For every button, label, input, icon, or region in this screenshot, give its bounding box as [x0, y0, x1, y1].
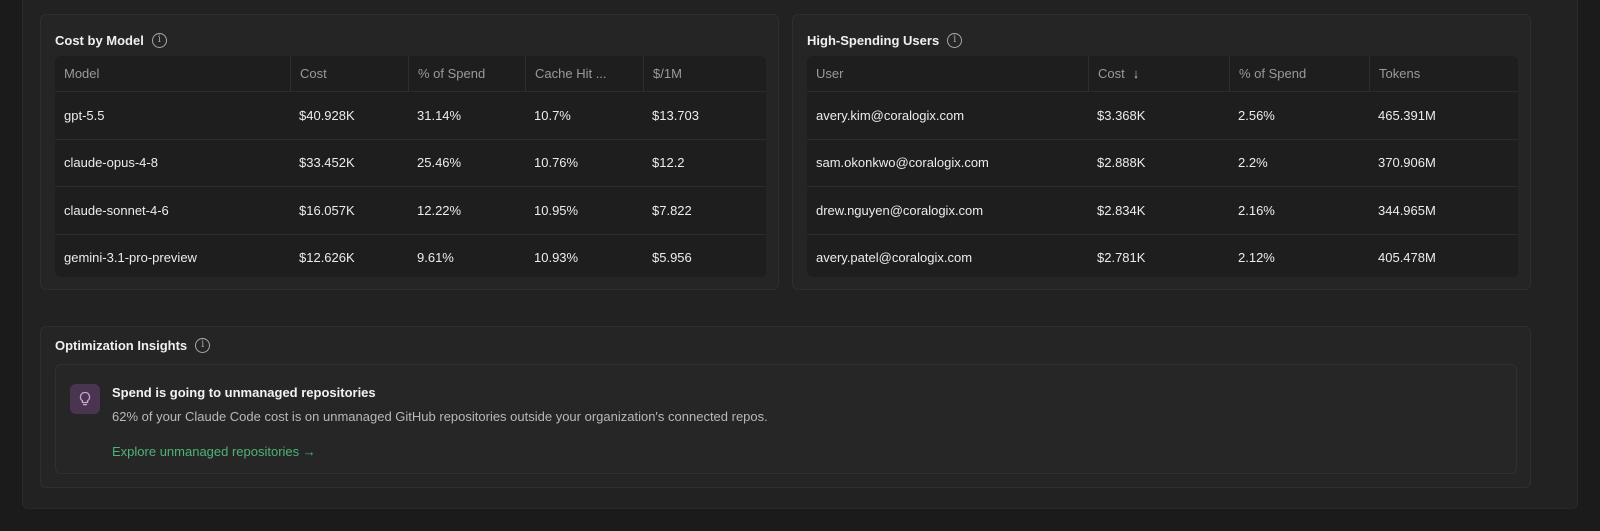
model-cost: $12.626K	[299, 250, 355, 266]
table-row[interactable]: gemini-3.1-pro-preview $12.626K 9.61% 10…	[55, 233, 766, 278]
column-header-cost-label: Cost	[1098, 66, 1125, 81]
optimization-insights-panel: Optimization Insights i Spend is going t…	[40, 326, 1531, 488]
user-tokens: 465.391M	[1378, 107, 1436, 123]
model-name: claude-sonnet-4-6	[64, 202, 169, 218]
model-name: claude-opus-4-8	[64, 155, 158, 171]
explore-unmanaged-repos-link[interactable]: Explore unmanaged repositories →	[112, 444, 316, 459]
user-tokens: 405.478M	[1378, 250, 1436, 266]
table-header: User Cost ↓ % of Spend Tokens	[807, 56, 1518, 91]
table-row[interactable]: avery.kim@coralogix.com $3.368K 2.56% 46…	[807, 91, 1518, 139]
column-header-tokens[interactable]: Tokens	[1369, 56, 1518, 91]
model-percent-spend: 31.14%	[417, 107, 462, 123]
user-tokens: 344.965M	[1378, 202, 1436, 218]
panel-title: Cost by Model	[55, 33, 144, 48]
user-percent-spend: 2.56%	[1238, 107, 1275, 123]
column-header-percent-spend[interactable]: % of Spend	[1229, 56, 1369, 91]
model-cache-hit: 10.93%	[534, 250, 579, 266]
user-percent-spend: 2.12%	[1238, 250, 1275, 266]
model-percent-spend: 9.61%	[417, 250, 454, 266]
column-header-percent-spend[interactable]: % of Spend	[408, 56, 525, 91]
info-icon[interactable]: i	[947, 33, 963, 48]
cost-by-model-panel: Cost by Model i Model Cost % of Spend Ca…	[40, 14, 779, 290]
model-cache-hit: 10.7%	[534, 107, 571, 123]
panel-title: Optimization Insights	[55, 338, 188, 353]
dashboard-section: Cost by Model i Model Cost % of Spend Ca…	[22, 0, 1578, 509]
high-spending-users-panel: High-Spending Users i User Cost ↓ % of S…	[792, 14, 1531, 290]
table-row[interactable]: sam.okonkwo@coralogix.com $2.888K 2.2% 3…	[807, 138, 1518, 187]
user-email: sam.okonkwo@coralogix.com	[816, 155, 989, 171]
column-header-cost[interactable]: Cost ↓	[1088, 56, 1229, 91]
model-per-million: $13.703	[652, 107, 699, 123]
insight-title: Spend is going to unmanaged repositories	[112, 385, 376, 400]
table-row[interactable]: avery.patel@coralogix.com $2.781K 2.12% …	[807, 233, 1518, 278]
model-cache-hit: 10.76%	[534, 155, 579, 171]
user-percent-spend: 2.2%	[1238, 155, 1268, 171]
table-header: Model Cost % of Spend Cache Hit ... $/1M	[55, 56, 766, 91]
sort-down-icon[interactable]: ↓	[1133, 66, 1140, 81]
table-row[interactable]: gpt-5.5 $40.928K 31.14% 10.7% $13.703	[55, 91, 766, 139]
table-row[interactable]: claude-sonnet-4-6 $16.057K 12.22% 10.95%…	[55, 186, 766, 234]
model-percent-spend: 12.22%	[417, 202, 462, 218]
model-cost: $40.928K	[299, 107, 355, 123]
model-cost: $33.452K	[299, 155, 355, 171]
column-header-user[interactable]: User	[807, 56, 1088, 91]
column-header-cost[interactable]: Cost	[290, 56, 408, 91]
column-header-per-million[interactable]: $/1M	[643, 56, 766, 91]
panel-title: High-Spending Users	[807, 33, 940, 48]
user-tokens: 370.906M	[1378, 155, 1436, 171]
high-spending-users-table: User Cost ↓ % of Spend Tokens avery.kim@…	[807, 56, 1518, 277]
column-header-cache-hit[interactable]: Cache Hit ...	[525, 56, 643, 91]
info-icon[interactable]: i	[195, 338, 211, 353]
model-name: gemini-3.1-pro-preview	[64, 250, 197, 266]
model-percent-spend: 25.46%	[417, 155, 462, 171]
table-row[interactable]: drew.nguyen@coralogix.com $2.834K 2.16% …	[807, 186, 1518, 234]
column-header-model[interactable]: Model	[55, 56, 290, 91]
insight-description: 62% of your Claude Code cost is on unman…	[112, 409, 768, 424]
model-per-million: $7.822	[652, 202, 692, 218]
model-name: gpt-5.5	[64, 107, 105, 123]
lightbulb-icon	[70, 384, 100, 414]
model-per-million: $5.956	[652, 250, 692, 266]
model-cost: $16.057K	[299, 202, 355, 218]
user-cost: $2.781K	[1097, 250, 1146, 266]
insight-card: Spend is going to unmanaged repositories…	[55, 364, 1517, 474]
user-percent-spend: 2.16%	[1238, 202, 1275, 218]
user-email: avery.kim@coralogix.com	[816, 107, 965, 123]
user-email: drew.nguyen@coralogix.com	[816, 202, 984, 218]
user-email: avery.patel@coralogix.com	[816, 250, 973, 266]
cost-by-model-table: Model Cost % of Spend Cache Hit ... $/1M…	[55, 56, 766, 277]
user-cost: $3.368K	[1097, 107, 1146, 123]
table-row[interactable]: claude-opus-4-8 $33.452K 25.46% 10.76% $…	[55, 138, 766, 187]
model-per-million: $12.2	[652, 155, 685, 171]
user-cost: $2.888K	[1097, 155, 1146, 171]
info-icon[interactable]: i	[151, 33, 167, 48]
user-cost: $2.834K	[1097, 202, 1146, 218]
model-cache-hit: 10.95%	[534, 202, 579, 218]
